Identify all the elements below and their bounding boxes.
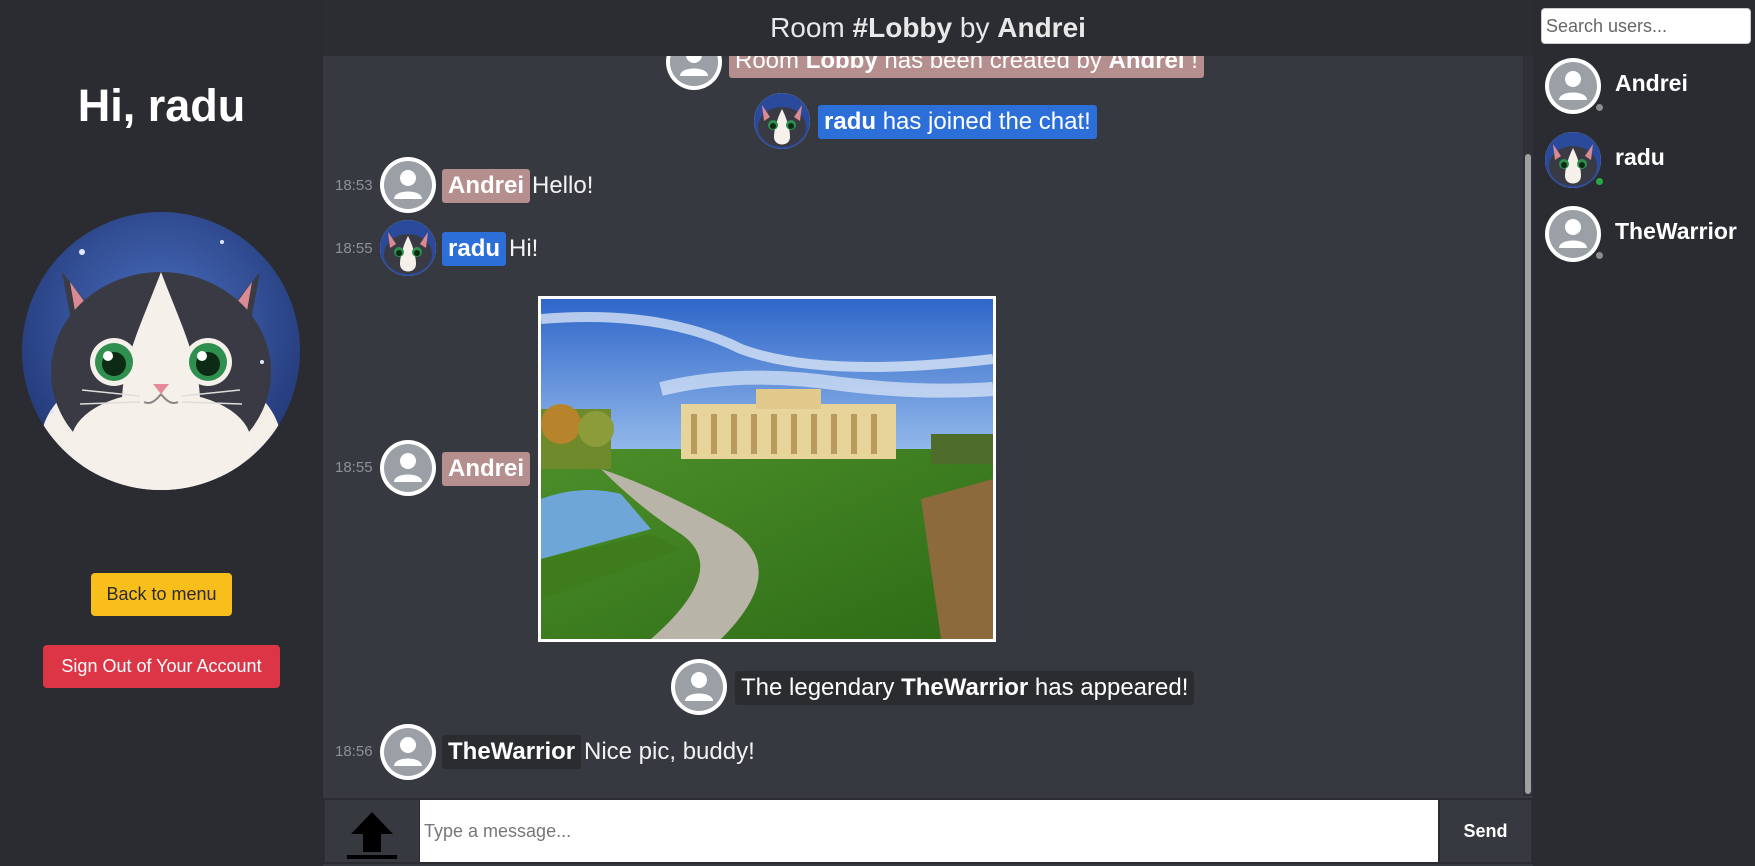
back-to-menu-button[interactable]: Back to menu xyxy=(91,573,232,616)
user-avatar xyxy=(1545,132,1601,188)
room-header: Room #Lobby by Andrei xyxy=(323,0,1533,56)
message-time: 18:55 xyxy=(335,240,373,257)
online-status-dot xyxy=(1594,176,1605,187)
system-message-user-joined: radu has joined the chat! xyxy=(818,105,1097,139)
user-silhouette-icon xyxy=(1549,210,1597,258)
greeting-username: radu xyxy=(147,80,246,131)
user-name: Andrei xyxy=(1615,70,1688,96)
system-message-room-created: Room Lobby has been created by Andrei ! xyxy=(729,56,1204,78)
system-message-user-appeared: The legendary TheWarrior has appeared! xyxy=(735,671,1195,705)
system-avatar-joined xyxy=(754,93,810,149)
message-avatar-andrei[interactable] xyxy=(380,440,436,496)
message-input[interactable] xyxy=(420,800,1438,862)
profile-sidebar: Hi, radu Back to menu Sign Out of Your A… xyxy=(0,0,323,866)
room-header-prefix: Room xyxy=(770,12,845,43)
user-name: radu xyxy=(1615,144,1665,170)
user-avatar xyxy=(1545,58,1601,114)
scrollbar-thumb[interactable] xyxy=(1525,154,1531,794)
message-time: 18:53 xyxy=(335,177,373,194)
users-panel: Andrei radu xyxy=(1533,0,1755,866)
upload-arrow-icon xyxy=(347,812,397,859)
user-list-item-thewarrior[interactable]: TheWarrior xyxy=(1545,206,1755,264)
user-silhouette-icon xyxy=(675,663,723,711)
message-text: Nice pic, buddy! xyxy=(584,738,755,765)
shared-photo[interactable] xyxy=(538,296,996,642)
offline-status-dot xyxy=(1594,102,1605,113)
message-time: 18:56 xyxy=(335,743,373,760)
room-name: #Lobby xyxy=(852,12,953,43)
message-input-bar: Send xyxy=(323,798,1533,864)
search-users-input[interactable] xyxy=(1541,8,1751,44)
message-scrollbar[interactable] xyxy=(1523,56,1533,796)
message-text: Hi! xyxy=(509,235,539,262)
user-list-item-radu[interactable]: radu xyxy=(1545,132,1755,190)
user-silhouette-icon xyxy=(384,728,432,776)
cat-avatar-icon xyxy=(754,93,810,149)
message-avatar-radu[interactable] xyxy=(380,220,436,276)
message-avatar-andrei[interactable] xyxy=(380,157,436,213)
user-silhouette-icon xyxy=(1549,62,1597,110)
message-list[interactable]: Room Lobby has been created by Andrei ! xyxy=(323,56,1523,796)
message-avatar-thewarrior[interactable] xyxy=(380,724,436,780)
message-author-radu[interactable]: radu xyxy=(442,232,507,266)
user-silhouette-icon xyxy=(384,161,432,209)
room-header-by: by xyxy=(959,12,990,43)
user-silhouette-icon xyxy=(384,444,432,492)
cat-avatar-icon xyxy=(1545,132,1601,188)
message-author-andrei[interactable]: Andrei xyxy=(442,452,531,486)
greeting: Hi, radu xyxy=(0,80,323,132)
upload-button[interactable] xyxy=(325,800,419,862)
user-silhouette-icon xyxy=(670,56,718,86)
message-text: Hello! xyxy=(532,172,594,199)
system-avatar-appeared xyxy=(671,659,727,715)
offline-status-dot xyxy=(1594,250,1605,261)
room-owner: Andrei xyxy=(997,12,1086,43)
user-avatar xyxy=(1545,206,1601,262)
sign-out-button[interactable]: Sign Out of Your Account xyxy=(43,645,280,688)
send-button[interactable]: Send xyxy=(1440,800,1531,862)
message-author-andrei[interactable]: Andrei xyxy=(442,169,531,203)
user-name: TheWarrior xyxy=(1615,218,1737,244)
system-avatar-created xyxy=(666,56,722,90)
message-time: 18:55 xyxy=(335,459,373,476)
chat-app: Hi, radu Back to menu Sign Out of Your A… xyxy=(0,0,1755,866)
cat-avatar-icon xyxy=(380,220,436,276)
message-author-thewarrior[interactable]: TheWarrior xyxy=(442,735,582,769)
profile-avatar xyxy=(22,212,300,490)
chat-panel: Room #Lobby by Andrei Room Lobby has bee… xyxy=(323,0,1533,866)
greeting-prefix: Hi, xyxy=(77,80,136,131)
user-list-item-andrei[interactable]: Andrei xyxy=(1545,58,1755,116)
